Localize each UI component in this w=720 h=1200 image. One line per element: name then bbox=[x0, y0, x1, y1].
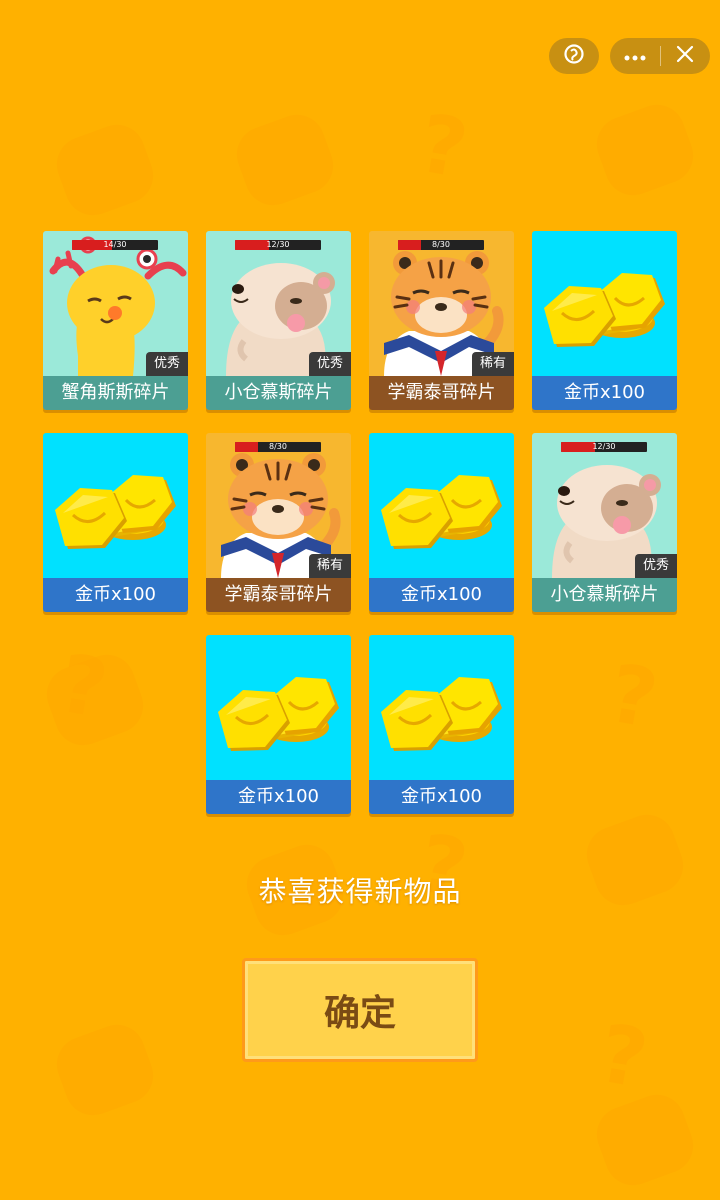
reward-name: 金币x100 bbox=[369, 578, 514, 612]
fragment-progress-bar: 12/30 bbox=[235, 240, 321, 250]
reward-name: 小仓慕斯碎片 bbox=[206, 376, 351, 410]
mini-program-button[interactable] bbox=[549, 38, 599, 74]
fragment-progress-bar: 14/30 bbox=[72, 240, 158, 250]
reward-name: 金币x100 bbox=[369, 780, 514, 814]
fragment-progress-text: 8/30 bbox=[269, 442, 287, 451]
close-button[interactable] bbox=[661, 38, 711, 74]
reward-card-fragment: 8/30 稀有 学霸泰哥碎片 bbox=[369, 231, 514, 410]
reward-name: 金币x100 bbox=[206, 780, 351, 814]
reward-card-fragment: 14/30 优秀 蟹角斯斯碎片 bbox=[43, 231, 188, 410]
gold-coins-icon bbox=[532, 231, 677, 376]
reward-card-coins: 金币x100 bbox=[43, 433, 188, 612]
fragment-progress-text: 12/30 bbox=[266, 240, 290, 249]
gold-coins-icon bbox=[43, 433, 188, 578]
rarity-badge: 优秀 bbox=[634, 554, 677, 578]
fragment-progress-bar: 8/30 bbox=[398, 240, 484, 250]
reward-name: 学霸泰哥碎片 bbox=[369, 376, 514, 410]
rarity-badge: 优秀 bbox=[145, 352, 188, 376]
reward-card-fragment: 12/30 优秀 小仓慕斯碎片 bbox=[532, 433, 677, 612]
capsule-menu bbox=[610, 38, 710, 74]
rarity-badge: 优秀 bbox=[308, 352, 351, 376]
reward-name: 金币x100 bbox=[532, 376, 677, 410]
more-button[interactable] bbox=[610, 38, 660, 74]
more-icon bbox=[623, 47, 647, 66]
reward-card-coins: 金币x100 bbox=[369, 635, 514, 814]
rarity-badge: 稀有 bbox=[471, 352, 514, 376]
reward-card-fragment: 8/30 稀有 学霸泰哥碎片 bbox=[206, 433, 351, 612]
fragment-progress-bar: 8/30 bbox=[235, 442, 321, 452]
reward-card-fragment: 12/30 优秀 小仓慕斯碎片 bbox=[206, 231, 351, 410]
reward-message: 恭喜获得新物品 bbox=[258, 875, 462, 908]
reward-name: 金币x100 bbox=[43, 578, 188, 612]
fragment-progress-bar: 12/30 bbox=[561, 442, 647, 452]
reward-card-coins: 金币x100 bbox=[369, 433, 514, 612]
reward-name: 蟹角斯斯碎片 bbox=[43, 376, 188, 410]
reward-card-coins: 金币x100 bbox=[532, 231, 677, 410]
fragment-progress-text: 12/30 bbox=[592, 442, 616, 451]
confirm-button[interactable]: 确定 bbox=[242, 958, 478, 1062]
fragment-progress-text: 14/30 bbox=[103, 240, 127, 249]
mini-program-icon bbox=[563, 43, 585, 69]
reward-name: 学霸泰哥碎片 bbox=[206, 578, 351, 612]
reward-card-coins: 金币x100 bbox=[206, 635, 351, 814]
gold-coins-icon bbox=[369, 433, 514, 578]
reward-name: 小仓慕斯碎片 bbox=[532, 578, 677, 612]
rarity-badge: 稀有 bbox=[308, 554, 351, 578]
gold-coins-icon bbox=[206, 635, 351, 780]
gold-coins-icon bbox=[369, 635, 514, 780]
close-icon bbox=[676, 45, 694, 67]
fragment-progress-text: 8/30 bbox=[432, 240, 450, 249]
